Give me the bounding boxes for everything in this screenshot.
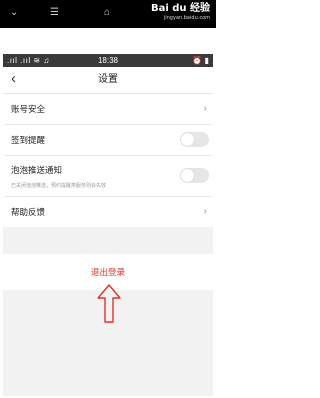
spacer <box>0 28 216 54</box>
settings-item-bubble-push: 泡泡推送通知 已关闭泡泡推送，预约提醒类服务则会失效 <box>3 156 213 197</box>
settings-item-note: 已关闭泡泡推送，预约提醒类服务则会失效 <box>11 183 107 189</box>
toggle-knob <box>181 169 194 182</box>
settings-item-label: 账号安全 <box>11 104 46 114</box>
settings-item-label: 帮助反馈 <box>11 207 46 217</box>
nav-back-icon[interactable]: ⌄ <box>10 6 18 20</box>
status-bar: .ııl .ııl ≋ ♫ 18:38 ⏰ ▮ <box>3 54 213 67</box>
home-icon[interactable]: ⌂ <box>104 6 110 20</box>
watermark-url: jingyan.baidu.com <box>163 15 210 21</box>
settings-item-checkin-reminder: 签到提醒 <box>3 125 213 156</box>
phone-screen: .ııl .ııl ≋ ♫ 18:38 ⏰ ▮ ‹ 设置 账号安全 › 签到提醒… <box>3 54 213 396</box>
os-navigation-bar: ⌄ ☰ ⌂ Bai du 经验 jingyan.baidu.com <box>0 0 216 28</box>
logout-button[interactable]: 退出登录 <box>3 266 213 278</box>
chevron-right-icon: › <box>203 103 207 114</box>
settings-list: 账号安全 › 签到提醒 泡泡推送通知 已关闭泡泡推送，预约提醒类服务则会失效 帮… <box>3 94 213 227</box>
settings-item-account-security[interactable]: 账号安全 › <box>3 94 213 125</box>
bubble-push-toggle[interactable] <box>180 168 209 183</box>
chevron-right-icon: › <box>203 206 207 217</box>
watermark-logo-text: Bai du 经验 <box>150 3 210 14</box>
watermark: Bai du 经验 jingyan.baidu.com <box>151 2 210 21</box>
up-arrow-annotation-icon <box>97 284 121 323</box>
app-header: ‹ 设置 <box>3 67 213 94</box>
settings-item-help-feedback[interactable]: 帮助反馈 › <box>3 197 213 227</box>
alarm-battery-icons: ⏰ ▮ <box>192 56 209 65</box>
settings-item-label: 签到提醒 <box>11 135 46 145</box>
toggle-knob <box>181 133 194 146</box>
status-time: 18:38 <box>97 56 119 65</box>
menu-icon[interactable]: ☰ <box>50 6 59 20</box>
page-title: 设置 <box>98 74 118 85</box>
settings-item-label: 泡泡推送通知 <box>11 165 63 175</box>
checkin-reminder-toggle[interactable] <box>180 132 209 147</box>
